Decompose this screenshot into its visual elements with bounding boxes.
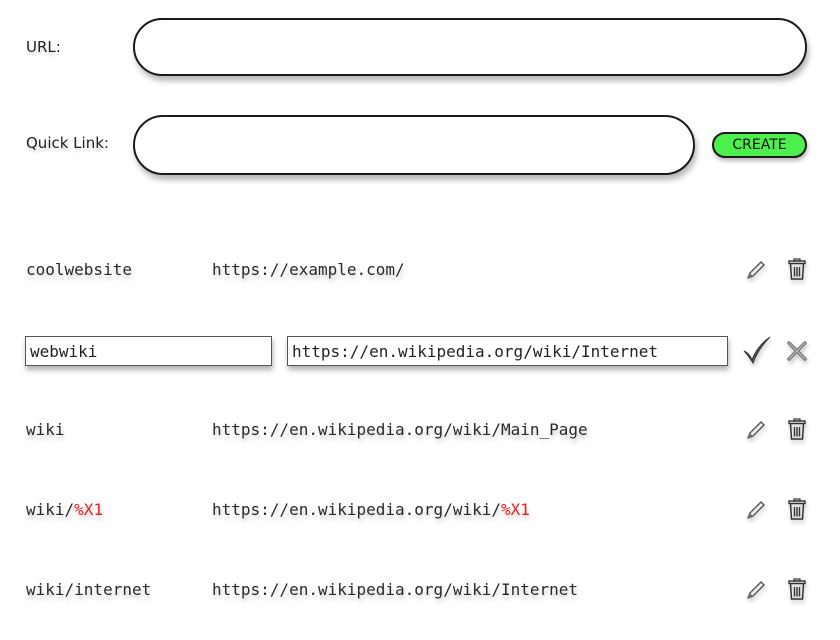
link-row: coolwebsite https://example.com/ — [0, 250, 840, 290]
link-name: wiki/internet — [26, 580, 152, 599]
link-name: wiki — [26, 420, 65, 439]
link-row: wiki/internet https://en.wikipedia.org/w… — [0, 570, 840, 610]
link-row: wiki/%X1 https://en.wikipedia.org/wiki/%… — [0, 490, 840, 530]
edit-url-input[interactable] — [287, 336, 728, 366]
link-url-prefix: https://en.wikipedia.org/wiki/ — [212, 500, 501, 519]
trash-icon[interactable] — [785, 257, 809, 281]
create-button[interactable]: CREATE — [712, 132, 807, 158]
url-input[interactable] — [133, 18, 807, 76]
link-name: coolwebsite — [26, 260, 132, 279]
trash-icon[interactable] — [785, 497, 809, 521]
link-row-editing — [0, 336, 840, 376]
link-url: https://en.wikipedia.org/wiki/Internet — [212, 580, 579, 599]
link-url: https://example.com/ — [212, 260, 405, 279]
link-name: wiki/%X1 — [26, 500, 103, 519]
trash-icon[interactable] — [785, 577, 809, 601]
edit-name-input[interactable] — [25, 336, 272, 366]
pencil-icon[interactable] — [744, 498, 768, 522]
quicklink-label: Quick Link: — [26, 134, 109, 152]
pencil-icon[interactable] — [744, 578, 768, 602]
trash-icon[interactable] — [785, 417, 809, 441]
x-icon[interactable] — [785, 339, 809, 363]
link-url: https://en.wikipedia.org/wiki/Main_Page — [212, 420, 588, 439]
url-label: URL: — [26, 38, 61, 56]
pencil-icon[interactable] — [744, 258, 768, 282]
link-row: wiki https://en.wikipedia.org/wiki/Main_… — [0, 410, 840, 450]
checkmark-icon[interactable] — [741, 334, 773, 366]
pencil-icon[interactable] — [744, 418, 768, 442]
variable-token: %X1 — [74, 500, 104, 519]
link-name-prefix: wiki/ — [26, 500, 75, 519]
variable-token: %X1 — [500, 500, 530, 519]
quicklink-input[interactable] — [133, 115, 695, 175]
link-url: https://en.wikipedia.org/wiki/%X1 — [212, 500, 530, 519]
